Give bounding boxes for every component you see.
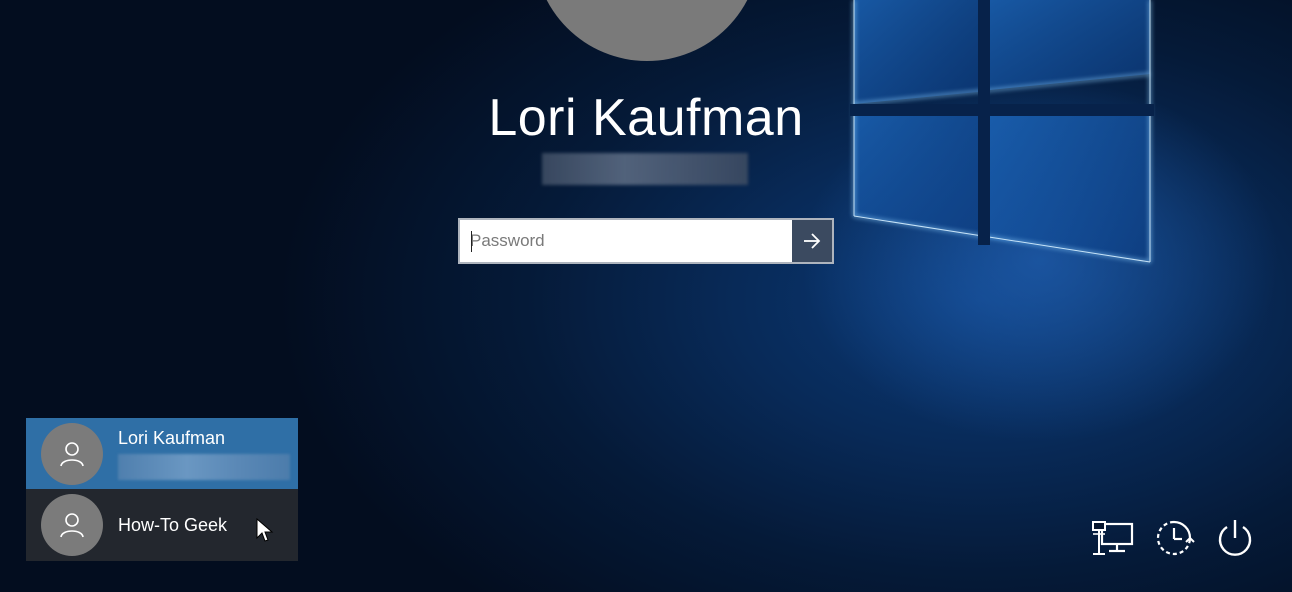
- ease-of-access-icon: [1156, 520, 1195, 556]
- network-icon: [1092, 521, 1134, 555]
- mouse-pointer-icon: [256, 518, 274, 542]
- person-icon: [60, 513, 84, 538]
- user-avatar: [41, 422, 103, 485]
- user-avatar-large: [534, 0, 760, 61]
- text-caret: [471, 231, 472, 252]
- arrow-right-icon: [804, 233, 821, 249]
- ease-of-access-button[interactable]: [1152, 516, 1196, 560]
- user-avatar: [41, 494, 103, 556]
- user-tile-name: Lori Kaufman: [118, 427, 226, 448]
- user-tile-email-redacted: [118, 453, 290, 480]
- submit-button[interactable]: [792, 220, 832, 262]
- user-tile-lori-kaufman[interactable]: Lori Kaufman: [26, 418, 298, 489]
- network-button[interactable]: [1090, 516, 1134, 560]
- lock-screen: Lori Kaufman Lori Kaufman How-To Geek: [0, 0, 1292, 592]
- power-icon: [1218, 520, 1252, 556]
- password-box: [458, 218, 834, 264]
- account-email-redacted: [542, 153, 748, 185]
- password-input[interactable]: [460, 220, 792, 262]
- power-button[interactable]: [1213, 516, 1257, 560]
- user-display-name: Lori Kaufman: [488, 89, 804, 147]
- user-tile-name: How-To Geek: [118, 514, 228, 535]
- person-icon: [60, 441, 84, 466]
